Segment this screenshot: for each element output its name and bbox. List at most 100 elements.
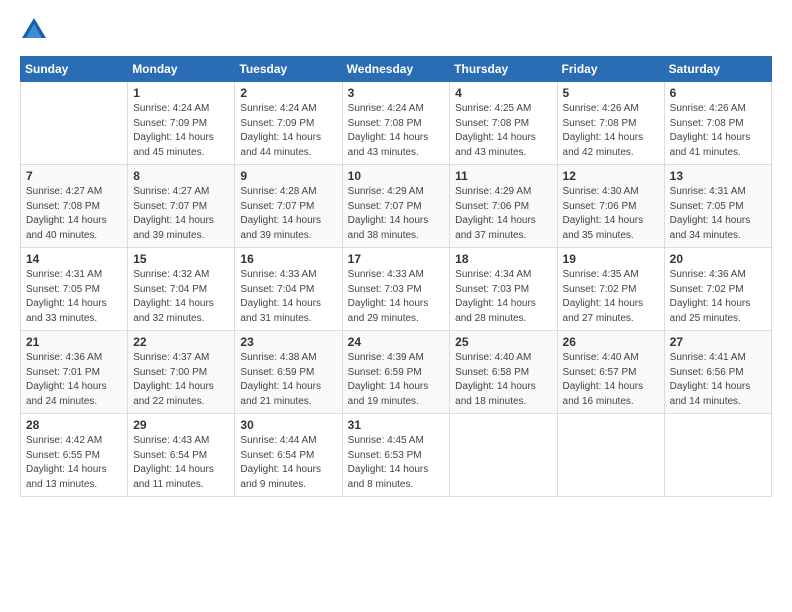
day-info: Sunrise: 4:36 AM Sunset: 7:02 PM Dayligh… — [670, 268, 766, 326]
calendar-day-cell: 31 Sunrise: 4:45 AM Sunset: 6:53 PM Dayli… — [342, 414, 450, 497]
day-number: 17 — [348, 252, 445, 266]
calendar-day-cell: 3Sunrise: 4:24 AM Sunset: 7:08 PM Daylig… — [342, 82, 450, 165]
day-info: Sunrise: 4:31 AM Sunset: 7:05 PM Dayligh… — [26, 268, 122, 326]
day-number: 10 — [348, 169, 445, 183]
calendar-day-cell — [557, 414, 664, 497]
calendar-day-cell: 9 Sunrise: 4:28 AM Sunset: 7:07 PM Daylig… — [235, 165, 342, 248]
day-number: 23 — [240, 335, 336, 349]
weekday-header: Friday — [557, 57, 664, 82]
calendar-week-row: 21 Sunrise: 4:36 AM Sunset: 7:01 PM Dayli… — [21, 331, 772, 414]
calendar-day-cell: 13 Sunrise: 4:31 AM Sunset: 7:05 PM Dayli… — [664, 165, 771, 248]
day-info: Sunrise: 4:36 AM Sunset: 7:01 PM Dayligh… — [26, 351, 122, 409]
day-info: Sunrise: 4:28 AM Sunset: 7:07 PM Dayligh… — [240, 185, 336, 243]
day-number: 29 — [133, 418, 229, 432]
calendar-day-cell: 18 Sunrise: 4:34 AM Sunset: 7:03 PM Dayli… — [450, 248, 557, 331]
day-info: Sunrise: 4:40 AM Sunset: 6:57 PM Dayligh… — [563, 351, 659, 409]
calendar-day-cell: 11 Sunrise: 4:29 AM Sunset: 7:06 PM Dayli… — [450, 165, 557, 248]
day-number: 5 — [563, 86, 659, 100]
weekday-header: Tuesday — [235, 57, 342, 82]
day-number: 11 — [455, 169, 551, 183]
day-number: 8 — [133, 169, 229, 183]
calendar-week-row: 7 Sunrise: 4:27 AM Sunset: 7:08 PM Daylig… — [21, 165, 772, 248]
day-number: 20 — [670, 252, 766, 266]
day-number: 22 — [133, 335, 229, 349]
calendar-table: SundayMondayTuesdayWednesdayThursdayFrid… — [20, 56, 772, 497]
page-header — [20, 16, 772, 44]
day-info: Sunrise: 4:43 AM Sunset: 6:54 PM Dayligh… — [133, 434, 229, 492]
calendar-day-cell: 30 Sunrise: 4:44 AM Sunset: 6:54 PM Dayli… — [235, 414, 342, 497]
day-number: 6 — [670, 86, 766, 100]
day-number: 18 — [455, 252, 551, 266]
day-info: Sunrise: 4:31 AM Sunset: 7:05 PM Dayligh… — [670, 185, 766, 243]
day-info: Sunrise: 4:33 AM Sunset: 7:03 PM Dayligh… — [348, 268, 445, 326]
calendar-day-cell: 21 Sunrise: 4:36 AM Sunset: 7:01 PM Dayli… — [21, 331, 128, 414]
weekday-header: Saturday — [664, 57, 771, 82]
calendar-day-cell — [664, 414, 771, 497]
day-number: 24 — [348, 335, 445, 349]
day-info: Sunrise: 4:26 AM Sunset: 7:08 PM Dayligh… — [670, 102, 766, 160]
day-info: Sunrise: 4:27 AM Sunset: 7:08 PM Dayligh… — [26, 185, 122, 243]
day-info: Sunrise: 4:32 AM Sunset: 7:04 PM Dayligh… — [133, 268, 229, 326]
calendar-header-row: SundayMondayTuesdayWednesdayThursdayFrid… — [21, 57, 772, 82]
calendar-day-cell: 12Sunrise: 4:30 AM Sunset: 7:06 PM Dayli… — [557, 165, 664, 248]
day-number: 4 — [455, 86, 551, 100]
day-number: 26 — [563, 335, 659, 349]
day-info: Sunrise: 4:24 AM Sunset: 7:09 PM Dayligh… — [133, 102, 229, 160]
day-info: Sunrise: 4:34 AM Sunset: 7:03 PM Dayligh… — [455, 268, 551, 326]
calendar-day-cell: 16Sunrise: 4:33 AM Sunset: 7:04 PM Dayli… — [235, 248, 342, 331]
day-number: 27 — [670, 335, 766, 349]
calendar-day-cell: 29 Sunrise: 4:43 AM Sunset: 6:54 PM Dayli… — [128, 414, 235, 497]
calendar-week-row: 14Sunrise: 4:31 AM Sunset: 7:05 PM Dayli… — [21, 248, 772, 331]
day-number: 13 — [670, 169, 766, 183]
day-info: Sunrise: 4:24 AM Sunset: 7:08 PM Dayligh… — [348, 102, 445, 160]
logo — [20, 16, 52, 44]
calendar-day-cell: 7 Sunrise: 4:27 AM Sunset: 7:08 PM Daylig… — [21, 165, 128, 248]
day-info: Sunrise: 4:25 AM Sunset: 7:08 PM Dayligh… — [455, 102, 551, 160]
day-info: Sunrise: 4:33 AM Sunset: 7:04 PM Dayligh… — [240, 268, 336, 326]
day-info: Sunrise: 4:35 AM Sunset: 7:02 PM Dayligh… — [563, 268, 659, 326]
day-info: Sunrise: 4:38 AM Sunset: 6:59 PM Dayligh… — [240, 351, 336, 409]
day-number: 19 — [563, 252, 659, 266]
calendar-day-cell: 19 Sunrise: 4:35 AM Sunset: 7:02 PM Dayli… — [557, 248, 664, 331]
calendar-week-row: 1 Sunrise: 4:24 AM Sunset: 7:09 PM Daylig… — [21, 82, 772, 165]
day-number: 25 — [455, 335, 551, 349]
day-info: Sunrise: 4:29 AM Sunset: 7:06 PM Dayligh… — [455, 185, 551, 243]
day-info: Sunrise: 4:45 AM Sunset: 6:53 PM Dayligh… — [348, 434, 445, 492]
calendar-day-cell: 8 Sunrise: 4:27 AM Sunset: 7:07 PM Daylig… — [128, 165, 235, 248]
weekday-header: Wednesday — [342, 57, 450, 82]
day-number: 21 — [26, 335, 122, 349]
day-number: 30 — [240, 418, 336, 432]
weekday-header: Monday — [128, 57, 235, 82]
calendar-day-cell: 28 Sunrise: 4:42 AM Sunset: 6:55 PM Dayli… — [21, 414, 128, 497]
calendar-day-cell: 27 Sunrise: 4:41 AM Sunset: 6:56 PM Dayli… — [664, 331, 771, 414]
calendar-week-row: 28 Sunrise: 4:42 AM Sunset: 6:55 PM Dayli… — [21, 414, 772, 497]
calendar-day-cell: 6 Sunrise: 4:26 AM Sunset: 7:08 PM Daylig… — [664, 82, 771, 165]
day-info: Sunrise: 4:27 AM Sunset: 7:07 PM Dayligh… — [133, 185, 229, 243]
calendar-day-cell: 26 Sunrise: 4:40 AM Sunset: 6:57 PM Dayli… — [557, 331, 664, 414]
calendar-day-cell: 23 Sunrise: 4:38 AM Sunset: 6:59 PM Dayli… — [235, 331, 342, 414]
day-number: 31 — [348, 418, 445, 432]
calendar-day-cell: 10 Sunrise: 4:29 AM Sunset: 7:07 PM Dayli… — [342, 165, 450, 248]
calendar-day-cell: 22 Sunrise: 4:37 AM Sunset: 7:00 PM Dayli… — [128, 331, 235, 414]
calendar-day-cell: 15Sunrise: 4:32 AM Sunset: 7:04 PM Dayli… — [128, 248, 235, 331]
day-number: 2 — [240, 86, 336, 100]
day-number: 9 — [240, 169, 336, 183]
day-info: Sunrise: 4:37 AM Sunset: 7:00 PM Dayligh… — [133, 351, 229, 409]
calendar-day-cell: 25Sunrise: 4:40 AM Sunset: 6:58 PM Dayli… — [450, 331, 557, 414]
day-number: 7 — [26, 169, 122, 183]
day-number: 28 — [26, 418, 122, 432]
day-info: Sunrise: 4:39 AM Sunset: 6:59 PM Dayligh… — [348, 351, 445, 409]
day-info: Sunrise: 4:44 AM Sunset: 6:54 PM Dayligh… — [240, 434, 336, 492]
day-info: Sunrise: 4:41 AM Sunset: 6:56 PM Dayligh… — [670, 351, 766, 409]
logo-icon — [20, 16, 48, 44]
calendar-day-cell: 2 Sunrise: 4:24 AM Sunset: 7:09 PM Daylig… — [235, 82, 342, 165]
day-info: Sunrise: 4:29 AM Sunset: 7:07 PM Dayligh… — [348, 185, 445, 243]
calendar-day-cell — [21, 82, 128, 165]
day-info: Sunrise: 4:24 AM Sunset: 7:09 PM Dayligh… — [240, 102, 336, 160]
day-info: Sunrise: 4:42 AM Sunset: 6:55 PM Dayligh… — [26, 434, 122, 492]
day-info: Sunrise: 4:30 AM Sunset: 7:06 PM Dayligh… — [563, 185, 659, 243]
page-container: SundayMondayTuesdayWednesdayThursdayFrid… — [0, 0, 792, 507]
calendar-day-cell: 20 Sunrise: 4:36 AM Sunset: 7:02 PM Dayli… — [664, 248, 771, 331]
calendar-day-cell — [450, 414, 557, 497]
day-number: 1 — [133, 86, 229, 100]
